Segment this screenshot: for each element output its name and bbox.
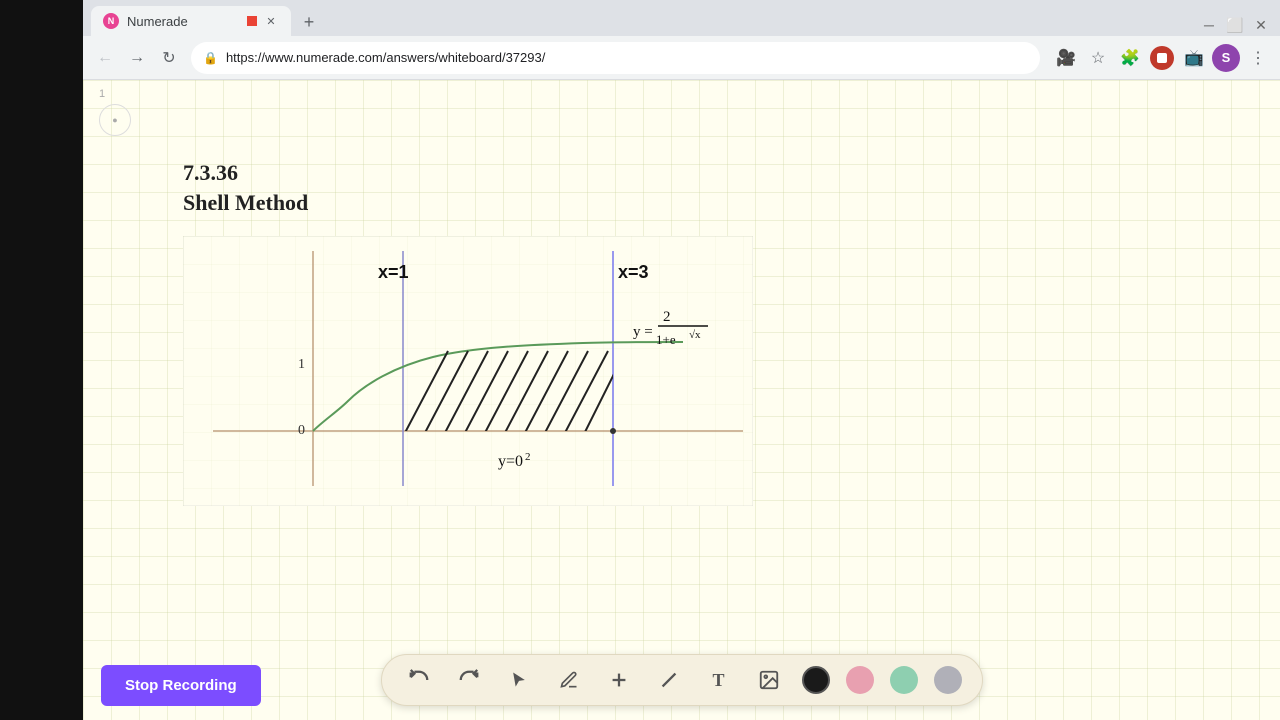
svg-text:2: 2 xyxy=(663,309,671,325)
undo-button[interactable] xyxy=(402,663,436,697)
url-text: https://www.numerade.com/answers/whitebo… xyxy=(226,50,545,65)
problem-number: 7.3.36 xyxy=(183,160,1200,186)
tab-bar: N Numerade ✕ + ─ ⬜ ✕ xyxy=(83,0,1280,36)
profile-avatar[interactable]: S xyxy=(1212,44,1240,72)
extensions-icon[interactable]: 🧩 xyxy=(1116,44,1144,72)
svg-text:2: 2 xyxy=(525,451,531,463)
select-tool-button[interactable] xyxy=(502,663,536,697)
back-button[interactable]: ← xyxy=(91,44,119,72)
svg-text:0: 0 xyxy=(298,423,305,438)
recording-dot xyxy=(247,16,257,26)
page-number-area: 1 ● xyxy=(99,88,131,136)
browser-toolbar: ← → ↻ 🔒 https://www.numerade.com/answers… xyxy=(83,36,1280,80)
pink-color-button[interactable] xyxy=(846,666,874,694)
text-tool-button[interactable]: T xyxy=(702,663,736,697)
close-button[interactable]: ✕ xyxy=(1250,14,1272,36)
left-black-bar xyxy=(0,0,83,720)
problem-title: Shell Method xyxy=(183,190,1200,216)
redo-button[interactable] xyxy=(452,663,486,697)
camera-icon[interactable]: 🎥 xyxy=(1052,44,1080,72)
add-tool-button[interactable] xyxy=(602,663,636,697)
tab-close-button[interactable]: ✕ xyxy=(263,13,279,29)
svg-text:x=1: x=1 xyxy=(378,262,409,282)
profile-record-icon[interactable] xyxy=(1148,44,1176,72)
address-bar[interactable]: 🔒 https://www.numerade.com/answers/white… xyxy=(191,42,1040,74)
menu-button[interactable]: ⋮ xyxy=(1244,44,1272,72)
drawing-toolbar: T xyxy=(381,654,983,706)
minimize-button[interactable]: ─ xyxy=(1198,14,1220,36)
svg-text:√x: √x xyxy=(689,329,701,341)
star-icon[interactable]: ☆ xyxy=(1084,44,1112,72)
cast-icon[interactable]: 📺 xyxy=(1180,44,1208,72)
eraser-tool-button[interactable] xyxy=(652,663,686,697)
record-icon-wrapper xyxy=(1148,44,1176,72)
svg-text:x=3: x=3 xyxy=(618,262,649,282)
page-number: 1 xyxy=(99,88,131,100)
lock-icon: 🔒 xyxy=(203,51,218,65)
stop-recording-button[interactable]: Stop Recording xyxy=(101,665,261,706)
restore-button[interactable]: ⬜ xyxy=(1224,14,1246,36)
image-tool-button[interactable] xyxy=(752,663,786,697)
content-area: 7.3.36 Shell Method xyxy=(183,160,1200,640)
graph-container: 1 0 x=1 x=3 2 1+e √x y = xyxy=(183,236,753,506)
toolbar-icons: 🎥 ☆ 🧩 📺 S ⋮ xyxy=(1052,44,1272,72)
tab-favicon: N xyxy=(103,13,119,29)
pencil-tool-button[interactable] xyxy=(552,663,586,697)
svg-text:y =: y = xyxy=(633,324,653,340)
page-content: 1 ● 7.3.36 Shell Method xyxy=(83,80,1280,720)
svg-text:y=0: y=0 xyxy=(498,453,523,470)
svg-text:1: 1 xyxy=(298,357,305,372)
active-tab[interactable]: N Numerade ✕ xyxy=(91,6,291,36)
tab-title: Numerade xyxy=(127,14,188,29)
gray-color-button[interactable] xyxy=(934,666,962,694)
page-circle: ● xyxy=(99,104,131,136)
reload-button[interactable]: ↻ xyxy=(155,44,183,72)
forward-button[interactable]: → xyxy=(123,44,151,72)
svg-text:1+e: 1+e xyxy=(656,332,676,347)
graph-svg: 1 0 x=1 x=3 2 1+e √x y = xyxy=(183,236,753,506)
teal-color-button[interactable] xyxy=(890,666,918,694)
black-color-button[interactable] xyxy=(802,666,830,694)
bottom-toolbar: Stop Recording xyxy=(83,640,1280,720)
new-tab-button[interactable]: + xyxy=(295,8,323,36)
